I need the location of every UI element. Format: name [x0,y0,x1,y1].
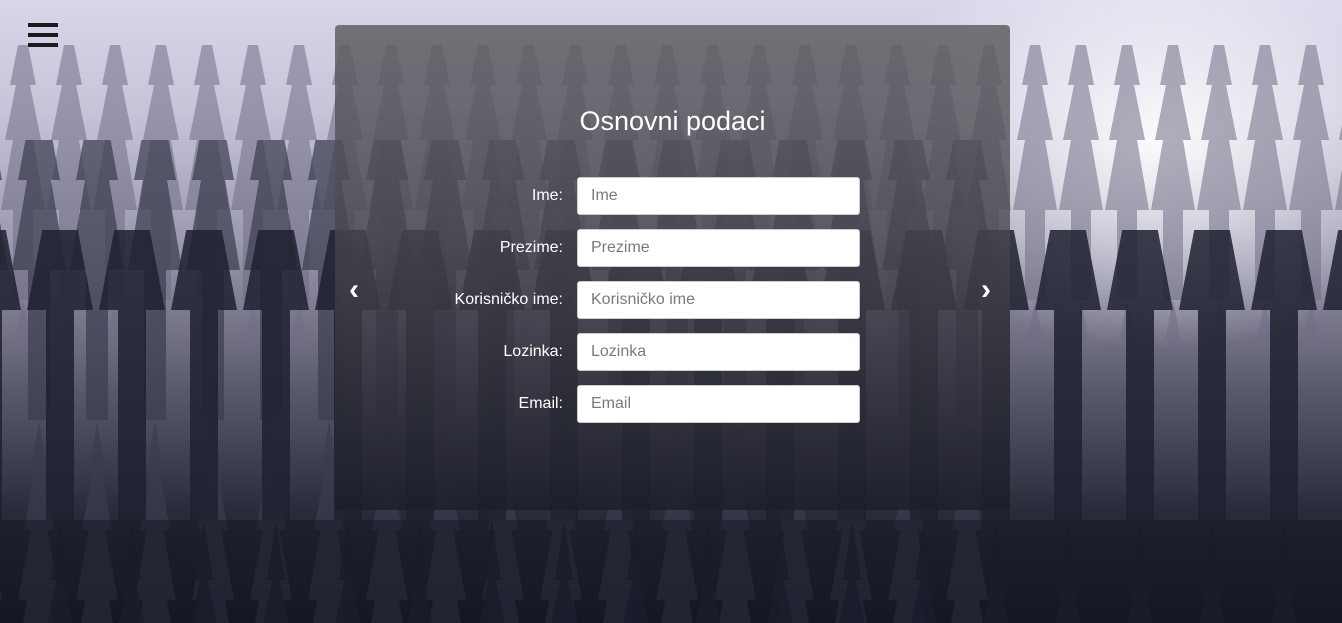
email-label: Email: [518,395,563,412]
hamburger-bar-bottom [28,43,58,47]
username-label: Korisničko ime: [454,291,563,308]
email-input[interactable] [577,385,860,423]
password-input[interactable] [577,333,860,371]
first-name-input[interactable] [577,177,860,215]
last-name-label: Prezime: [499,239,563,256]
first-name-label: Ime: [531,187,563,204]
form-panel: Osnovni podaci ‹ › Ime: Prezime: Korisni… [335,25,1010,510]
username-input[interactable] [577,281,860,319]
hamburger-bar-middle [28,33,58,37]
last-name-input[interactable] [577,229,860,267]
form-row-last-name: Prezime: [335,229,1010,267]
form-title: Osnovni podaci [579,106,766,136]
password-label: Lozinka: [503,343,563,360]
hamburger-menu-icon[interactable] [28,23,58,49]
form-row-password: Lozinka: [335,333,1010,371]
form-row-email: Email: [335,385,1010,423]
form-row-first-name: Ime: [335,177,1010,215]
form-row-username: Korisničko ime: [335,281,1010,319]
hamburger-bar-top [28,23,58,27]
